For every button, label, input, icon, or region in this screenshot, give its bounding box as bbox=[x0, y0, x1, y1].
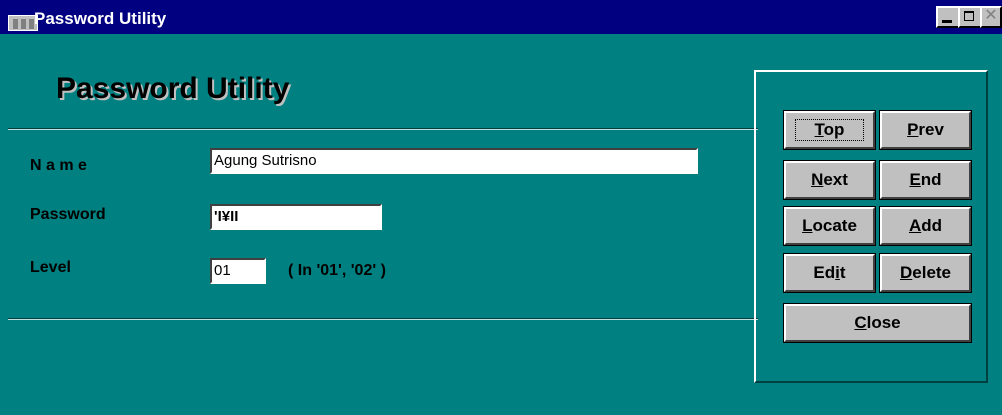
level-field[interactable]: 01 bbox=[210, 258, 266, 284]
edit-button[interactable]: Edit bbox=[783, 253, 876, 293]
title-bar[interactable]: Password Utility ✕ bbox=[0, 0, 1002, 34]
maximize-button[interactable] bbox=[958, 6, 982, 28]
locate-button[interactable]: Locate bbox=[783, 206, 876, 246]
app-window: Password Utility ✕ Password Utility N a … bbox=[0, 0, 1002, 415]
name-label: N a m e bbox=[30, 157, 87, 174]
close-window-button[interactable]: ✕ bbox=[980, 6, 1002, 28]
level-label: Level bbox=[30, 259, 71, 276]
window-title: Password Utility bbox=[34, 9, 167, 28]
add-button[interactable]: Add bbox=[879, 206, 972, 246]
prev-button[interactable]: Prev bbox=[879, 110, 972, 150]
divider-bottom bbox=[8, 318, 758, 320]
level-hint: ( In '01', '02' ) bbox=[288, 262, 386, 279]
next-button[interactable]: Next bbox=[783, 160, 876, 200]
name-field[interactable]: Agung Sutrisno bbox=[210, 148, 698, 174]
end-button[interactable]: End bbox=[879, 160, 972, 200]
divider-top bbox=[8, 128, 758, 130]
page-title: Password Utility bbox=[56, 72, 290, 105]
close-button[interactable]: Close bbox=[783, 303, 972, 343]
delete-button[interactable]: Delete bbox=[879, 253, 972, 293]
minimize-button[interactable] bbox=[936, 6, 960, 28]
top-button[interactable]: Top bbox=[783, 110, 876, 150]
focus-ring bbox=[795, 119, 864, 141]
password-label: Password bbox=[30, 206, 106, 223]
password-field[interactable]: 'I¥II bbox=[210, 204, 382, 230]
